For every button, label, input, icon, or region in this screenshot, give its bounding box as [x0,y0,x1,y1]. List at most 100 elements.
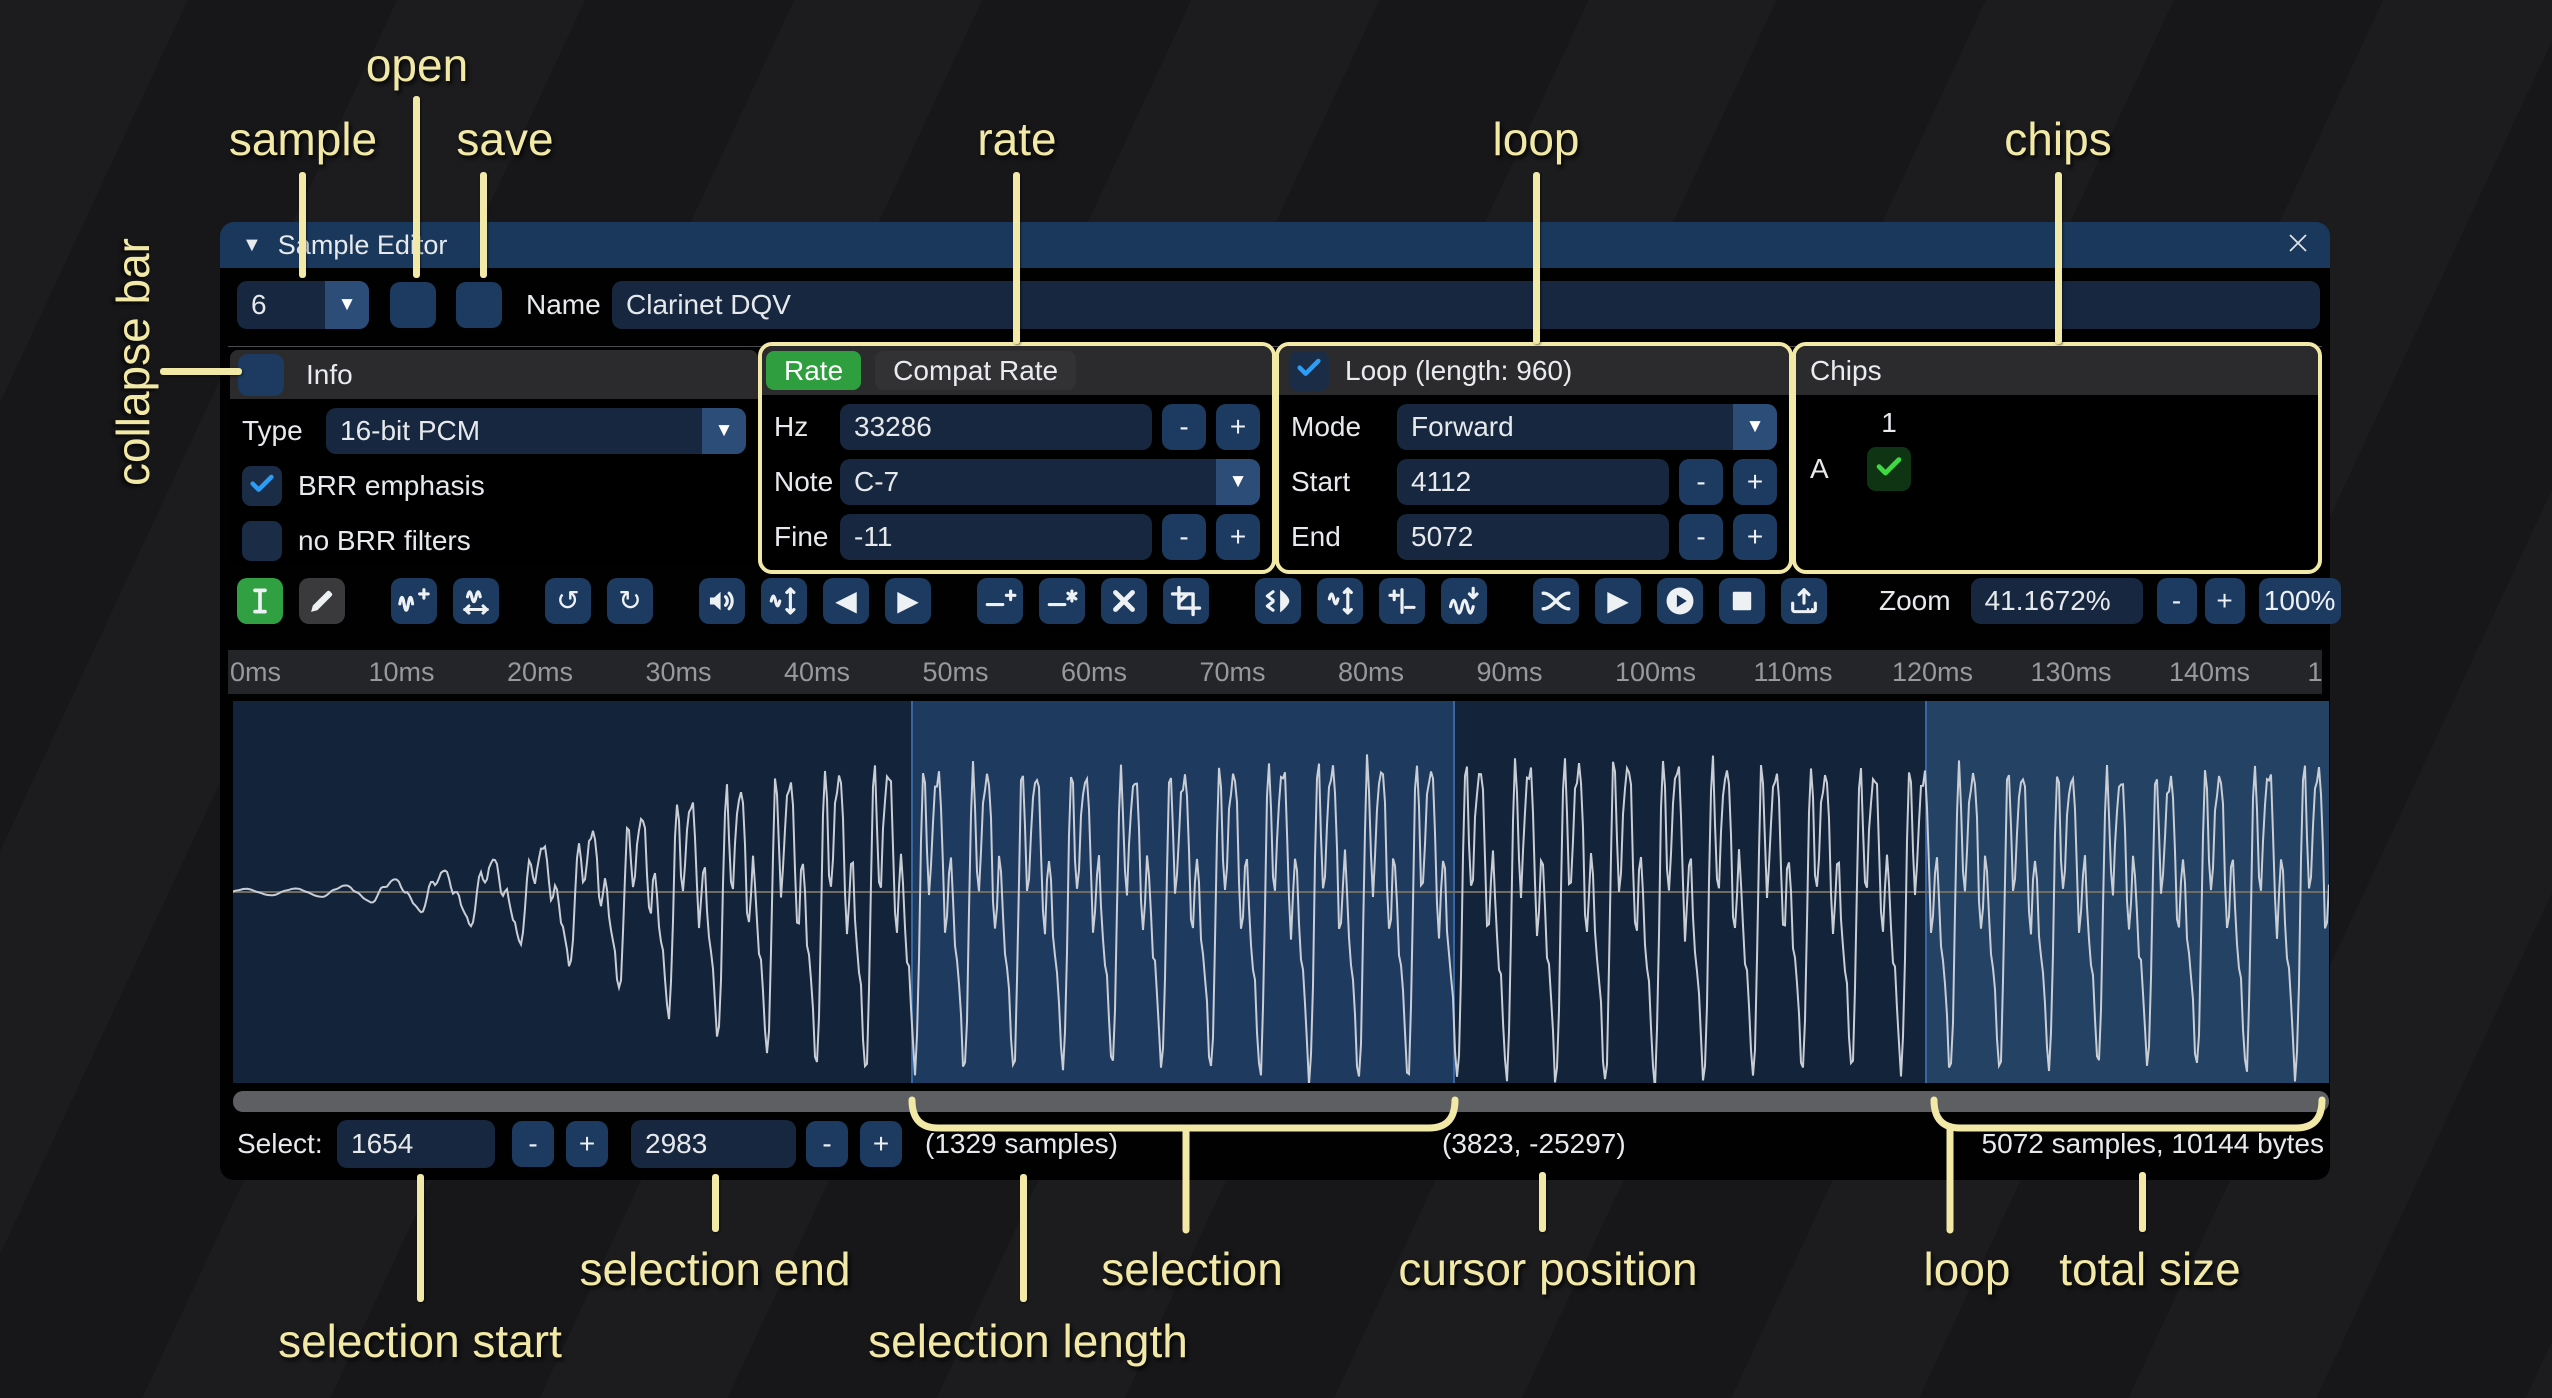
selection-start-minus-button[interactable]: - [512,1121,554,1167]
time-ruler[interactable]: 0ms10ms20ms30ms40ms50ms60ms70ms80ms90ms1… [228,650,2322,694]
no-brr-filters-row[interactable]: no BRR filters [230,518,758,564]
waveform-scrollbar[interactable] [233,1091,2329,1112]
tab-compat-rate[interactable]: Compat Rate [875,351,1076,390]
ruler-tick: 10ms [369,657,435,688]
fade-in-button[interactable]: ◀ [823,578,869,624]
selection-end-minus-button[interactable]: - [806,1121,848,1167]
fine-plus-button[interactable]: + [1216,514,1260,560]
loop-start-plus-button[interactable]: + [1733,459,1777,505]
loop-start-label: Start [1291,466,1397,498]
close-button[interactable] [2280,227,2316,263]
apply-silence-button[interactable] [1039,578,1085,624]
loop-checkbox[interactable] [1289,351,1329,391]
loop-mode-select[interactable]: Forward ▼ [1397,404,1777,450]
normalize-button[interactable] [761,578,807,624]
annotation-rate: rate [977,112,1056,166]
fine-minus-button[interactable]: - [1162,514,1206,560]
tab-rate[interactable]: Rate [766,351,861,390]
selection-end-plus-button[interactable]: + [860,1121,902,1167]
filter-wave-icon [1447,584,1481,618]
pointer-line-open [413,96,420,278]
window-collapse-icon[interactable]: ▼ [242,234,262,257]
redo-button[interactable]: ↻ [607,578,653,624]
sample-type-select[interactable]: 16-bit PCM ▼ [326,408,746,454]
no-brr-filters-label: no BRR filters [298,525,471,557]
hz-minus-button[interactable]: - [1162,404,1206,450]
zoom-minus-button[interactable]: - [2157,578,2197,624]
play-circle-icon [1663,584,1697,618]
brr-emphasis-checkbox[interactable] [242,466,282,506]
delete-x-icon [1107,584,1141,618]
hz-plus-button[interactable]: + [1216,404,1260,450]
open-sample-button[interactable] [390,282,436,328]
ruler-tick: 100ms [1615,657,1696,688]
chevron-down-icon[interactable]: ▼ [1216,459,1260,505]
wave-stretch-icon [459,584,493,618]
play-icon: ▶ [1607,587,1629,615]
zoom-value: 41.1672% [1985,585,2111,617]
edit-mode-select-button[interactable] [237,578,283,624]
hz-input[interactable]: 33286 [840,404,1152,450]
trim-button[interactable] [1163,578,1209,624]
fade-out-button[interactable]: ▶ [885,578,931,624]
chip-enable-toggle[interactable] [1867,447,1911,491]
undo-button[interactable]: ↺ [545,578,591,624]
preview-selection-button[interactable] [1657,578,1703,624]
zoom-input[interactable]: 41.1672% [1971,578,2143,624]
sample-number-select[interactable]: 6 ▼ [237,281,369,329]
sample-name-input[interactable]: Clarinet DQV [612,281,2320,329]
pointer-line-sample [299,172,306,278]
import-sample-button[interactable] [1781,578,1827,624]
ruler-tick: 110ms [1754,657,1833,688]
sample-number-value: 6 [237,289,325,321]
ruler-tick: 150ms [2308,657,2323,688]
insert-silence-button[interactable] [977,578,1023,624]
loop-start-minus-button[interactable]: - [1679,459,1723,505]
loop-panel: Loop (length: 960) Mode Forward ▼ Start … [1275,342,1793,574]
crossfade-loop-button[interactable] [1533,578,1579,624]
waveform-view[interactable] [233,701,2329,1083]
chevron-down-icon[interactable]: ▼ [702,408,746,454]
loop-end-minus-button[interactable]: - [1679,514,1723,560]
invert-button[interactable] [1317,578,1363,624]
trim-icon [1169,584,1203,618]
loop-start-input[interactable]: 4112 [1397,459,1669,505]
chevron-down-icon[interactable]: ▼ [1733,404,1777,450]
pointer-line-selection-end [712,1174,719,1232]
amplify-button[interactable] [699,578,745,624]
stop-preview-button[interactable] [1719,578,1765,624]
annotation-selection-length: selection length [868,1314,1188,1368]
signed-unsigned-button[interactable] [1379,578,1425,624]
preview-sample-button[interactable]: ▶ [1595,578,1641,624]
zoom-reset-button[interactable]: 100% [2259,578,2341,624]
note-select[interactable]: C-7 ▼ [840,459,1260,505]
apply-filter-button[interactable] [1441,578,1487,624]
no-brr-filters-checkbox[interactable] [242,521,282,561]
ruler-tick: 50ms [923,657,989,688]
brr-emphasis-row[interactable]: BRR emphasis [230,463,758,509]
resample-button[interactable] [453,578,499,624]
selection-start-input[interactable]: 1654 [337,1120,495,1168]
selection-start-plus-button[interactable]: + [566,1121,608,1167]
loop-end-plus-button[interactable]: + [1733,514,1777,560]
loop-end-input[interactable]: 5072 [1397,514,1669,560]
selection-end-input[interactable]: 2983 [631,1120,796,1168]
pointer-line-cursor-position [1539,1172,1546,1232]
ruler-tick: 30ms [646,657,712,688]
pointer-line-loop [1533,172,1540,344]
chevron-down-icon[interactable]: ▼ [325,281,369,329]
stop-icon [1725,584,1759,618]
ruler-tick: 90ms [1477,657,1543,688]
fine-input[interactable]: -11 [840,514,1152,560]
collapse-bar-button[interactable] [238,354,284,396]
reverse-button[interactable] [1255,578,1301,624]
ruler-tick: 70ms [1200,657,1266,688]
save-sample-button[interactable] [456,282,502,328]
window-titlebar[interactable]: ▼ Sample Editor [220,222,2330,268]
edit-mode-draw-button[interactable] [299,578,345,624]
ruler-tick: 40ms [784,657,850,688]
zoom-plus-button[interactable]: + [2205,578,2245,624]
ruler-tick: 0ms [230,657,281,688]
delete-button[interactable] [1101,578,1147,624]
resize-button[interactable] [391,578,437,624]
